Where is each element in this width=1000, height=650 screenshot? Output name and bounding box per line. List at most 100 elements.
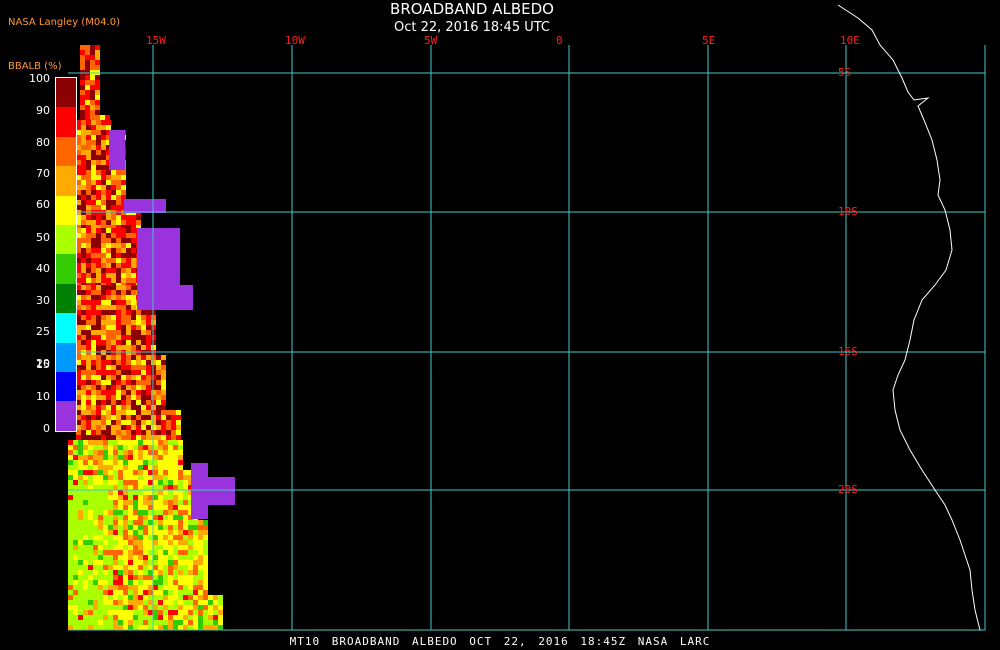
albedo-pixel xyxy=(78,595,83,600)
albedo-pixel xyxy=(91,263,96,268)
albedo-pixel xyxy=(88,495,93,500)
albedo-pixel xyxy=(173,520,178,525)
albedo-pixel xyxy=(96,390,101,395)
albedo-pixel xyxy=(93,570,98,575)
albedo-pixel xyxy=(91,370,96,375)
albedo-pixel xyxy=(158,475,163,480)
albedo-pixel xyxy=(128,550,133,555)
albedo-pixel xyxy=(168,595,173,600)
albedo-pixel xyxy=(178,575,183,580)
albedo-pixel xyxy=(85,80,90,85)
albedo-pixel xyxy=(121,340,126,345)
albedo-pixel xyxy=(68,620,73,625)
albedo-pixel xyxy=(80,45,85,50)
albedo-pixel xyxy=(126,335,131,340)
albedo-pixel xyxy=(116,215,121,220)
albedo-pixel xyxy=(90,115,95,120)
albedo-pixel xyxy=(158,595,163,600)
albedo-pixel xyxy=(98,530,103,535)
albedo-pixel xyxy=(86,220,91,225)
albedo-pixel xyxy=(138,480,143,485)
albedo-pixel xyxy=(136,220,141,225)
albedo-pixel xyxy=(148,560,153,565)
albedo-pixel xyxy=(116,365,121,370)
albedo-pixel xyxy=(106,345,111,350)
albedo-pixel xyxy=(101,273,106,278)
albedo-pixel xyxy=(85,50,90,55)
albedo-pixel xyxy=(163,455,168,460)
albedo-pixel xyxy=(83,520,88,525)
albedo-pixel xyxy=(123,540,128,545)
colorbar-segment xyxy=(56,254,76,284)
albedo-pixel xyxy=(203,530,208,535)
albedo-pixel xyxy=(128,530,133,535)
albedo-pixel xyxy=(156,390,161,395)
albedo-pixel xyxy=(143,605,148,610)
albedo-pixel xyxy=(163,490,168,495)
albedo-pixel xyxy=(168,500,173,505)
albedo-pixel xyxy=(81,233,86,238)
albedo-pixel xyxy=(113,555,118,560)
albedo-pixel xyxy=(93,565,98,570)
albedo-pixel xyxy=(148,540,153,545)
albedo-pixel xyxy=(106,425,111,430)
albedo-pixel xyxy=(116,170,121,175)
albedo-pixel xyxy=(113,605,118,610)
albedo-pixel xyxy=(141,370,146,375)
albedo-pixel xyxy=(78,490,83,495)
albedo-pixel xyxy=(173,505,178,510)
albedo-pixel xyxy=(80,115,85,120)
albedo-pixel xyxy=(68,615,73,620)
albedo-pixel xyxy=(91,273,96,278)
albedo-pixel xyxy=(133,460,138,465)
albedo-pixel xyxy=(171,410,176,415)
albedo-pixel xyxy=(173,590,178,595)
albedo-pixel xyxy=(83,625,88,630)
albedo-pixel xyxy=(91,320,96,325)
albedo-pixel xyxy=(103,550,108,555)
albedo-pixel xyxy=(138,455,143,460)
albedo-pixel xyxy=(121,248,126,253)
albedo-pixel xyxy=(178,445,183,450)
albedo-pixel xyxy=(178,485,183,490)
albedo-pixel xyxy=(83,450,88,455)
albedo-pixel xyxy=(146,435,151,440)
albedo-pixel xyxy=(78,525,83,530)
albedo-pixel xyxy=(168,570,173,575)
albedo-pixel xyxy=(96,430,101,435)
albedo-pixel xyxy=(68,470,73,475)
albedo-pixel xyxy=(78,550,83,555)
albedo-pixel xyxy=(93,540,98,545)
albedo-pixel xyxy=(78,505,83,510)
albedo-pixel xyxy=(126,315,131,320)
albedo-pixel xyxy=(86,340,91,345)
albedo-pixel xyxy=(131,410,136,415)
albedo-pixel xyxy=(116,360,121,365)
albedo-pixel xyxy=(98,480,103,485)
albedo-pixel xyxy=(113,520,118,525)
albedo-pixel xyxy=(188,585,193,590)
albedo-pixel xyxy=(178,490,183,495)
albedo-pixel xyxy=(95,65,100,70)
albedo-pixel xyxy=(116,268,121,273)
albedo-pixel xyxy=(98,445,103,450)
albedo-pixel xyxy=(91,165,96,170)
albedo-pixel xyxy=(131,315,136,320)
albedo-pixel xyxy=(103,590,108,595)
albedo-pixel xyxy=(113,540,118,545)
albedo-pixel xyxy=(101,345,106,350)
albedo-pixel xyxy=(83,475,88,480)
albedo-pixel xyxy=(86,310,91,315)
albedo-pixel xyxy=(86,425,91,430)
albedo-pixel xyxy=(106,268,111,273)
albedo-pixel xyxy=(88,440,93,445)
albedo-pixel xyxy=(178,520,183,525)
albedo-pixel xyxy=(85,60,90,65)
albedo-pixel xyxy=(126,375,131,380)
albedo-pixel xyxy=(173,565,178,570)
albedo-pixel xyxy=(158,610,163,615)
albedo-pixel xyxy=(78,625,83,630)
albedo-pixel xyxy=(111,220,116,225)
albedo-pixel xyxy=(173,525,178,530)
albedo-pixel xyxy=(178,470,183,475)
